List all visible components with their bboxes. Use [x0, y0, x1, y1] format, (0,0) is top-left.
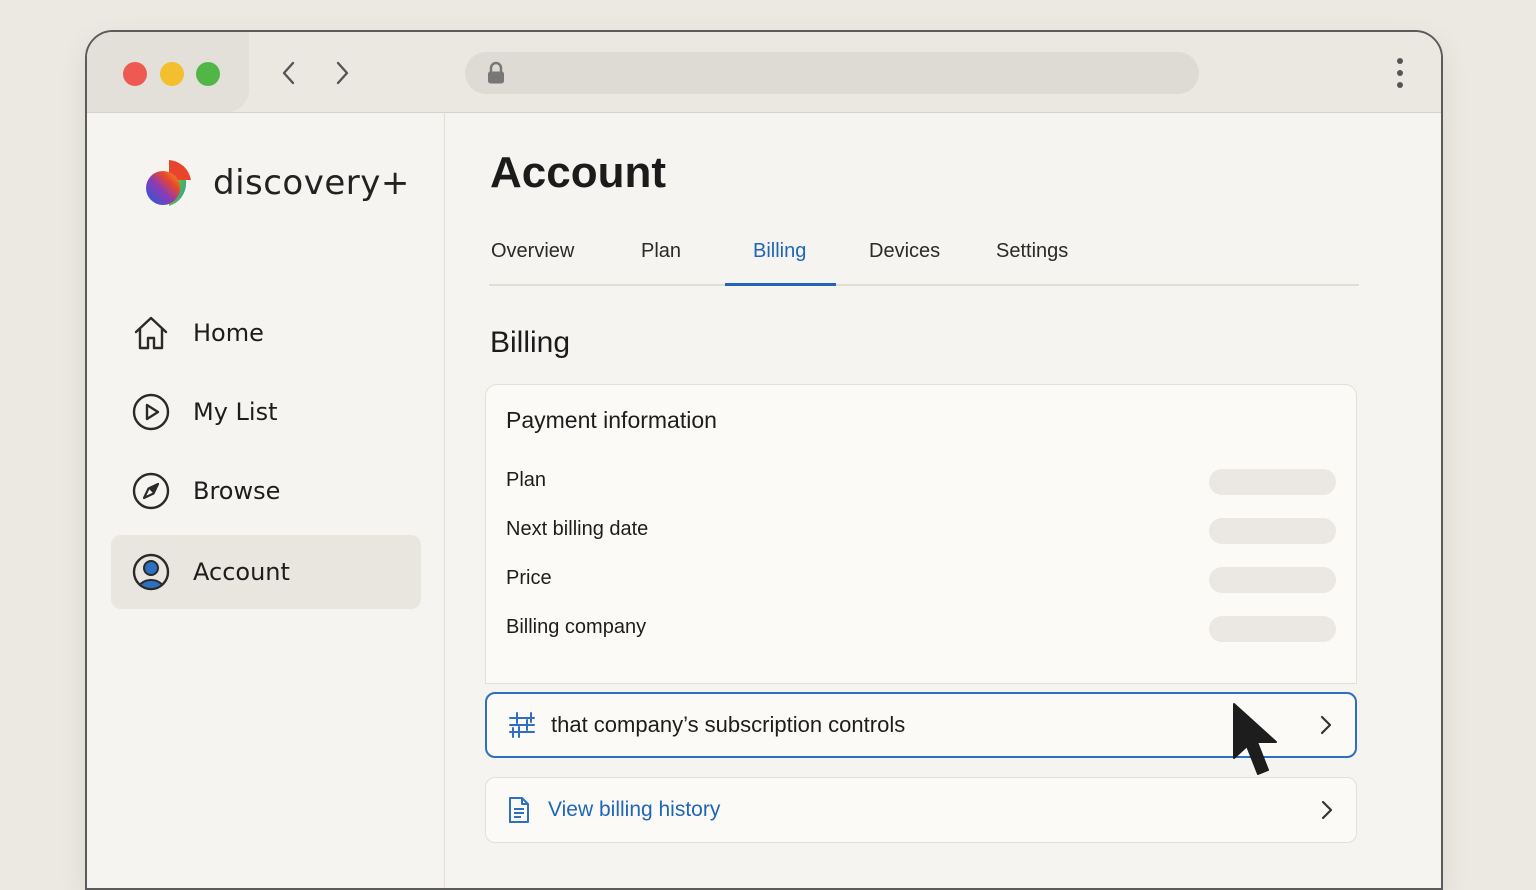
- sidebar-item-label: My List: [193, 398, 278, 426]
- payment-information-card: Payment information Plan Next billing da…: [485, 384, 1357, 684]
- discovery-logo-icon: [146, 160, 191, 206]
- view-billing-history-label: View billing history: [548, 798, 721, 821]
- sidebar-item-label: Account: [193, 558, 290, 586]
- document-icon: [509, 797, 529, 823]
- plan-label: Plan: [506, 469, 547, 491]
- minimize-window-button[interactable]: [160, 62, 184, 86]
- card-title: Payment information: [506, 407, 717, 433]
- brand-logo[interactable]: discovery+: [145, 158, 410, 208]
- tab-billing[interactable]: Billing: [753, 240, 806, 263]
- tab-overview[interactable]: Overview: [491, 240, 574, 263]
- close-window-button[interactable]: [123, 62, 147, 86]
- browser-titlebar: [87, 32, 1441, 113]
- chevron-right-icon: [1320, 715, 1332, 735]
- address-bar[interactable]: [465, 52, 1199, 94]
- active-tab-indicator: [725, 283, 836, 286]
- tab-devices[interactable]: Devices: [869, 240, 940, 263]
- sidebar: discovery+ Home My List Browse Account: [87, 112, 445, 888]
- price-label: Price: [506, 567, 552, 589]
- main-content: Account Overview Plan Billing Devices Se…: [445, 112, 1441, 888]
- sidebar-item-home[interactable]: Home: [111, 296, 421, 370]
- page-title: Account: [490, 148, 666, 197]
- section-title: Billing: [490, 326, 571, 359]
- plan-value-placeholder: [1209, 469, 1336, 495]
- compass-icon: [132, 472, 170, 510]
- user-circle-icon: [132, 553, 170, 591]
- account-tabs: Overview Plan Billing Devices Settings: [489, 224, 1359, 286]
- chevron-right-icon[interactable]: [327, 58, 357, 88]
- more-vertical-icon[interactable]: [1393, 56, 1407, 90]
- view-billing-history-link[interactable]: View billing history: [485, 777, 1357, 843]
- mouse-pointer-icon: [1233, 703, 1277, 775]
- brand-name: discovery+: [213, 163, 410, 203]
- chevron-right-icon: [1321, 800, 1333, 820]
- tab-plan[interactable]: Plan: [641, 240, 681, 263]
- subscription-controls-link[interactable]: that company’s subscription controls: [485, 692, 1357, 758]
- tab-settings[interactable]: Settings: [996, 240, 1068, 263]
- sliders-icon: [509, 712, 535, 738]
- sidebar-item-label: Home: [193, 319, 264, 347]
- sidebar-item-my-list[interactable]: My List: [111, 375, 421, 449]
- maximize-window-button[interactable]: [196, 62, 220, 86]
- sidebar-item-account[interactable]: Account: [111, 535, 421, 609]
- lock-icon: [488, 61, 504, 84]
- billing-company-label: Billing company: [506, 616, 647, 638]
- next-billing-date-label: Next billing date: [506, 518, 649, 540]
- sidebar-item-browse[interactable]: Browse: [111, 454, 421, 528]
- chevron-left-icon[interactable]: [274, 58, 304, 88]
- price-value-placeholder: [1209, 567, 1336, 593]
- home-icon: [134, 316, 168, 350]
- window-controls: [87, 32, 249, 112]
- play-circle-icon: [132, 393, 170, 431]
- sidebar-item-label: Browse: [193, 477, 281, 505]
- subscription-controls-label: that company’s subscription controls: [551, 712, 906, 737]
- next-billing-date-placeholder: [1209, 518, 1336, 544]
- billing-company-placeholder: [1209, 616, 1336, 642]
